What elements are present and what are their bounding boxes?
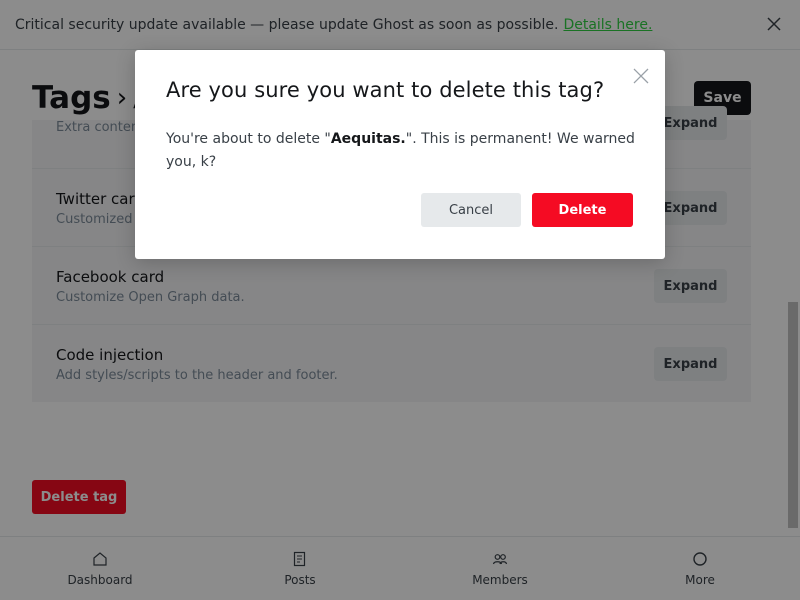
modal-title: Are you sure you want to delete this tag… — [166, 78, 605, 102]
tag-name: Aequitas. — [330, 131, 406, 147]
modal-body: You're about to delete "Aequitas.". This… — [166, 131, 635, 170]
close-icon[interactable] — [633, 68, 649, 84]
delete-confirm-modal: Are you sure you want to delete this tag… — [135, 50, 665, 259]
delete-button[interactable]: Delete — [532, 193, 633, 227]
cancel-button[interactable]: Cancel — [421, 193, 521, 227]
